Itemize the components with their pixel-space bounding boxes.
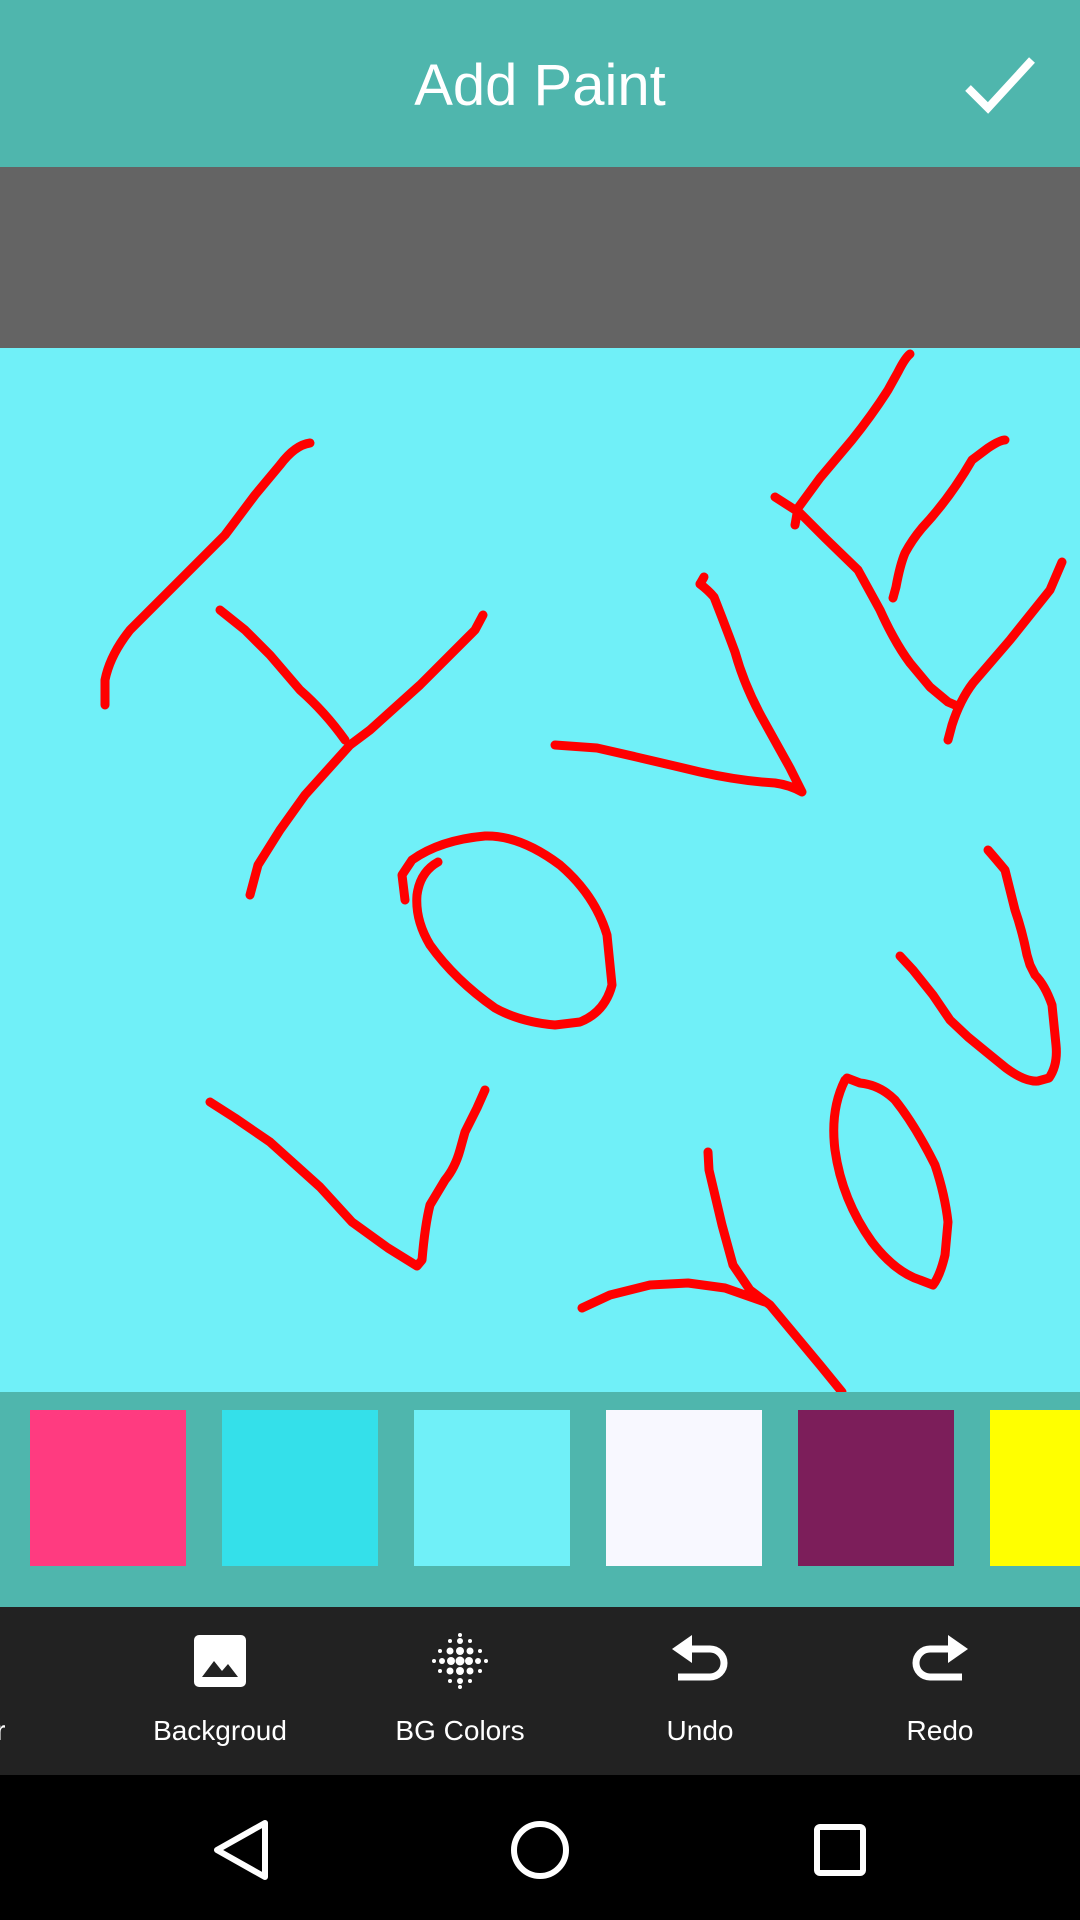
- color-swatch[interactable]: [222, 1410, 378, 1566]
- palette-icon: [0, 1631, 2, 1691]
- background-tool-button[interactable]: Backgroud: [120, 1607, 320, 1775]
- undo-icon: [672, 1635, 728, 1681]
- dots-grid-icon: [432, 1633, 488, 1689]
- app-screen: Add Paint r Backgroud BG Colors Undo Red…: [0, 0, 1080, 1920]
- undo-button[interactable]: Undo: [600, 1607, 800, 1775]
- nav-back-button[interactable]: [185, 1795, 295, 1905]
- bg-colors-tool-button[interactable]: BG Colors: [360, 1607, 560, 1775]
- color-palette: [0, 1392, 1080, 1607]
- bg-colors-tool-label: BG Colors: [395, 1715, 525, 1746]
- color-tool-button[interactable]: Color: [0, 1607, 72, 1775]
- color-swatch[interactable]: [30, 1410, 186, 1566]
- color-swatch[interactable]: [798, 1410, 954, 1566]
- drawing-canvas[interactable]: [0, 348, 1080, 1392]
- nav-home-button[interactable]: [485, 1795, 595, 1905]
- bottom-toolbar: Color Backgroud: [0, 1607, 1080, 1775]
- top-app-bar: Add Paint: [0, 0, 1080, 167]
- color-swatch[interactable]: [990, 1410, 1080, 1566]
- page-title: Add Paint: [414, 53, 666, 118]
- home-circle-icon: [511, 1821, 569, 1879]
- checkmark-icon: [965, 57, 1035, 114]
- color-swatch[interactable]: [606, 1410, 762, 1566]
- back-triangle-icon: [214, 1820, 268, 1880]
- undo-label: Undo: [666, 1715, 734, 1746]
- redo-icon: [912, 1635, 968, 1681]
- color-swatch[interactable]: [414, 1410, 570, 1566]
- canvas-drawing: [0, 348, 1080, 1392]
- toolbar-spacer: [0, 167, 1080, 348]
- system-navigation-bar: [0, 1775, 1080, 1920]
- redo-button[interactable]: Redo: [840, 1607, 1040, 1775]
- recents-square-icon: [814, 1824, 866, 1876]
- background-tool-label: Backgroud: [153, 1715, 287, 1746]
- redo-label: Redo: [906, 1715, 974, 1746]
- color-tool-label: Color: [0, 1715, 6, 1746]
- image-icon: [194, 1635, 246, 1687]
- confirm-button[interactable]: [962, 50, 1038, 120]
- nav-recents-button[interactable]: [785, 1795, 895, 1905]
